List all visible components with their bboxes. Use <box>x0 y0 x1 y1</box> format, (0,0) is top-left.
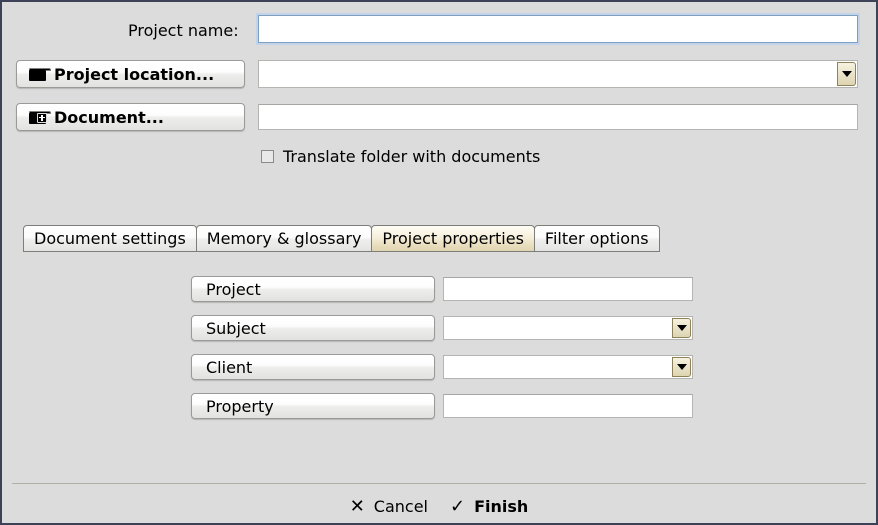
footer-bar: ✕ Cancel ✓ Finish <box>2 490 876 523</box>
tab-project-properties[interactable]: Project properties <box>371 225 535 252</box>
tab-filter-options[interactable]: Filter options <box>533 225 660 252</box>
property-input-client[interactable] <box>444 356 672 378</box>
property-label-property-text: Property <box>206 396 274 416</box>
property-label-project-text: Project <box>206 279 261 299</box>
translate-folder-checkbox[interactable] <box>261 150 274 163</box>
tab-bar: Document settings Memory & glossary Proj… <box>23 224 660 252</box>
finish-button-label: Finish <box>474 497 529 516</box>
tab-memory-glossary-label: Memory & glossary <box>206 229 362 248</box>
property-label-client[interactable]: Client <box>191 354 435 380</box>
property-label-property[interactable]: Property <box>191 393 435 419</box>
project-location-button-label: Project location... <box>54 64 215 84</box>
property-input-property[interactable] <box>443 394 693 418</box>
tab-document-settings-label: Document settings <box>34 229 186 248</box>
property-combo-subject[interactable] <box>443 316 693 340</box>
tab-filter-options-label: Filter options <box>544 229 649 248</box>
cancel-button-label: Cancel <box>373 497 428 516</box>
chevron-down-icon[interactable] <box>672 318 691 338</box>
project-name-label: Project name: <box>128 21 239 40</box>
project-location-button[interactable]: Project location... <box>16 60 245 88</box>
property-input-subject[interactable] <box>444 317 672 339</box>
document-button[interactable]: Document... <box>16 103 245 131</box>
project-location-combo[interactable] <box>258 60 858 88</box>
chevron-down-icon[interactable] <box>837 62 856 86</box>
property-label-client-text: Client <box>206 357 253 377</box>
project-wizard-window: Project name: Project location... Docume… <box>0 0 878 525</box>
translate-folder-checkbox-row[interactable]: Translate folder with documents <box>261 147 540 166</box>
cancel-button[interactable]: ✕ Cancel <box>350 497 428 516</box>
footer-separator <box>12 483 866 484</box>
check-icon: ✓ <box>450 495 466 517</box>
folder-icon <box>29 67 51 81</box>
property-combo-client[interactable] <box>443 355 693 379</box>
project-name-input[interactable] <box>258 15 858 43</box>
translate-folder-checkbox-label: Translate folder with documents <box>283 147 541 166</box>
tab-document-settings[interactable]: Document settings <box>23 225 197 252</box>
folder-add-icon <box>29 110 51 124</box>
project-location-input[interactable] <box>259 61 839 87</box>
property-label-subject-text: Subject <box>206 318 266 338</box>
tab-memory-glossary[interactable]: Memory & glossary <box>195 225 373 252</box>
tab-project-properties-label: Project properties <box>382 229 524 248</box>
finish-button[interactable]: ✓ Finish <box>450 497 528 516</box>
property-label-subject[interactable]: Subject <box>191 315 435 341</box>
chevron-down-icon[interactable] <box>672 357 691 377</box>
document-input[interactable] <box>258 104 858 130</box>
property-input-project[interactable] <box>443 277 693 301</box>
property-label-project[interactable]: Project <box>191 276 435 302</box>
document-button-label: Document... <box>54 107 164 127</box>
close-icon: ✕ <box>349 495 365 517</box>
